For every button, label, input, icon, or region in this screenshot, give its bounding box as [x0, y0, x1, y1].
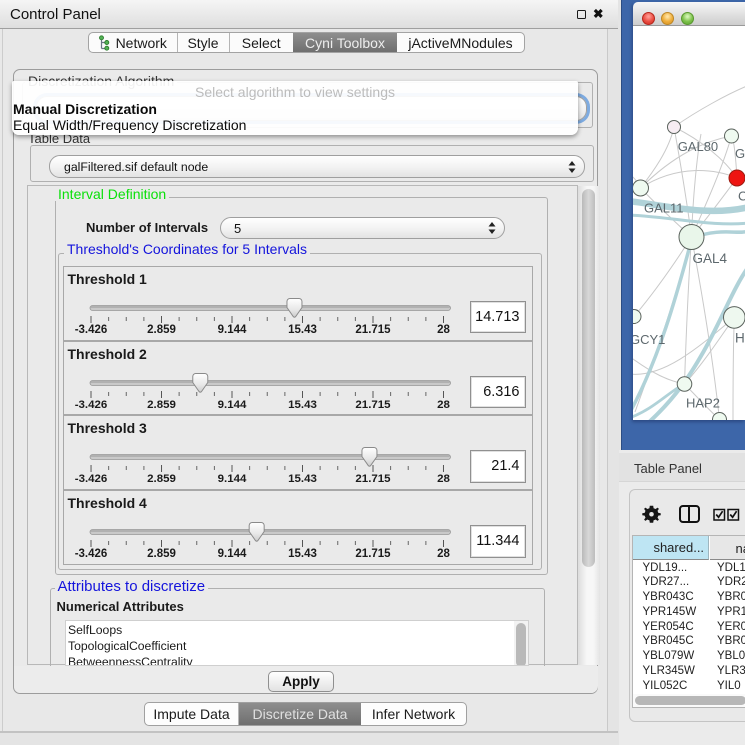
svg-text:28: 28 [437, 398, 450, 410]
svg-text:GAL80: GAL80 [678, 139, 718, 154]
svg-text:9.144: 9.144 [218, 324, 247, 336]
svg-text:H: H [735, 331, 745, 346]
svg-text:-3.426: -3.426 [75, 398, 108, 410]
svg-text:GA: GA [735, 146, 745, 161]
svg-text:GAL11: GAL11 [644, 201, 684, 216]
svg-text:2.859: 2.859 [147, 324, 176, 336]
svg-text:GAL4: GAL4 [693, 251, 728, 266]
svg-text:28: 28 [437, 473, 450, 485]
svg-text:28: 28 [437, 324, 450, 336]
svg-text:21.715: 21.715 [355, 548, 391, 560]
svg-text:15.43: 15.43 [288, 324, 317, 336]
svg-text:21.715: 21.715 [355, 324, 391, 336]
svg-text:GCY1: GCY1 [633, 332, 665, 347]
svg-text:-3.426: -3.426 [75, 324, 108, 336]
svg-text:HAP2: HAP2 [686, 396, 720, 411]
svg-text:15.43: 15.43 [288, 398, 317, 410]
svg-text:28: 28 [437, 548, 450, 560]
svg-text:2.859: 2.859 [147, 548, 176, 560]
svg-text:9.144: 9.144 [218, 398, 247, 410]
svg-text:C: C [738, 189, 745, 204]
svg-text:21.715: 21.715 [355, 473, 391, 485]
svg-text:15.43: 15.43 [288, 548, 317, 560]
svg-text:2.859: 2.859 [147, 473, 176, 485]
svg-text:-3.426: -3.426 [75, 473, 108, 485]
svg-text:9.144: 9.144 [218, 548, 247, 560]
svg-text:21.715: 21.715 [355, 398, 391, 410]
svg-text:9.144: 9.144 [218, 473, 247, 485]
svg-text:-3.426: -3.426 [75, 548, 108, 560]
svg-text:2.859: 2.859 [147, 398, 176, 410]
svg-text:15.43: 15.43 [288, 473, 317, 485]
